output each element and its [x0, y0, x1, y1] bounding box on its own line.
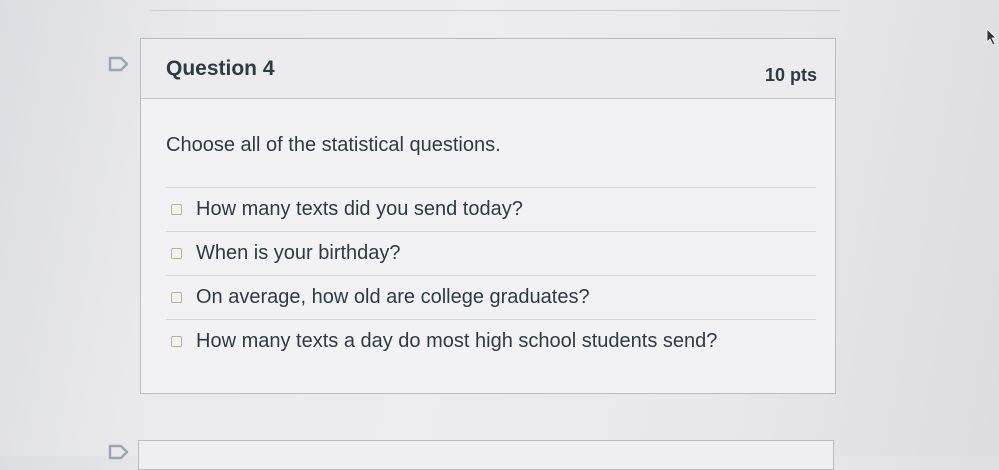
answer-label[interactable]: How many texts did you send today?: [196, 198, 523, 221]
answer-option[interactable]: How many texts did you send today?: [166, 187, 816, 231]
answer-option[interactable]: On average, how old are college graduate…: [166, 275, 816, 319]
answer-label[interactable]: How many texts a day do most high school…: [196, 330, 717, 353]
answer-checkbox[interactable]: [171, 248, 182, 259]
answer-option[interactable]: How many texts a day do most high school…: [166, 319, 816, 363]
answer-checkbox[interactable]: [171, 336, 182, 347]
question-prompt: Choose all of the statistical questions.: [166, 134, 501, 156]
next-question-card: [138, 440, 834, 470]
answer-option[interactable]: When is your birthday?: [166, 231, 816, 275]
flag-question-icon[interactable]: [108, 56, 130, 72]
question-title: Question 4: [166, 57, 275, 80]
answer-list: How many texts did you send today? When …: [166, 187, 816, 363]
question-header: Question 4 10 pts: [141, 39, 835, 99]
mouse-cursor-icon: [986, 28, 997, 46]
answer-checkbox[interactable]: [171, 292, 182, 303]
flag-question-icon[interactable]: [108, 444, 130, 460]
question-card: Question 4 10 pts Choose all of the stat…: [140, 38, 836, 394]
answer-label[interactable]: When is your birthday?: [196, 242, 401, 265]
answer-checkbox[interactable]: [171, 204, 182, 215]
previous-question-border: [150, 0, 840, 11]
answer-label[interactable]: On average, how old are college graduate…: [196, 286, 590, 309]
question-points: 10 pts: [764, 65, 817, 85]
